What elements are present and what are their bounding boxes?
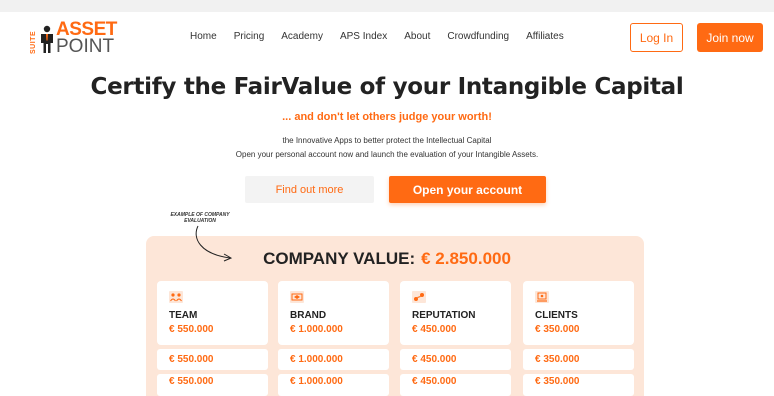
- card-team: TEAM € 550.000: [157, 281, 268, 345]
- open-account-button[interactable]: Open your account: [389, 176, 546, 203]
- card-brand-title: BRAND: [290, 310, 327, 321]
- card-reputation-title: REPUTATION: [412, 310, 476, 321]
- card-clients: CLIENTS € 350.000: [523, 281, 634, 345]
- row-2-clients: € 350.000: [523, 374, 634, 396]
- nav-crowdfunding[interactable]: Crowdfunding: [447, 31, 509, 47]
- brand-icon: [290, 291, 304, 303]
- nav-pricing[interactable]: Pricing: [234, 31, 265, 47]
- company-value-amount: € 2.850.000: [421, 249, 511, 268]
- nav-aps-index[interactable]: APS Index: [340, 31, 387, 47]
- main-nav: Home Pricing Academy APS Index About Cro…: [190, 31, 581, 47]
- logo-suite: SUITE: [30, 30, 37, 54]
- card-reputation-value: € 450.000: [412, 324, 457, 335]
- card-brand-value: € 1.000.000: [290, 324, 343, 335]
- clients-icon: [535, 291, 549, 303]
- join-now-button[interactable]: Join now: [697, 23, 763, 52]
- row-1-team: € 550.000: [157, 349, 268, 370]
- row-1-brand: € 1.000.000: [278, 349, 389, 370]
- nav-affiliates[interactable]: Affiliates: [526, 31, 564, 47]
- company-value-label: COMPANY VALUE:: [263, 249, 416, 268]
- card-team-title: TEAM: [169, 310, 198, 321]
- row-2-brand: € 1.000.000: [278, 374, 389, 396]
- logo-man-icon: [41, 25, 53, 53]
- card-clients-title: CLIENTS: [535, 310, 578, 321]
- hero-subtitle: ... and don't let others judge your wort…: [282, 111, 492, 123]
- top-band: [0, 0, 774, 12]
- company-value: COMPANY VALUE: € 2.850.000: [0, 249, 774, 269]
- site-header: SUITE ASSET POINT Home Pricing Academy A…: [0, 12, 774, 64]
- row-1-clients: € 350.000: [523, 349, 634, 370]
- card-brand: BRAND € 1.000.000: [278, 281, 389, 345]
- logo-point: POINT: [56, 36, 115, 57]
- find-out-more-button[interactable]: Find out more: [245, 176, 374, 203]
- nav-about[interactable]: About: [404, 31, 430, 47]
- row-2-team: € 550.000: [157, 374, 268, 396]
- hero-description-line-1: the Innovative Apps to better protect th…: [282, 136, 492, 145]
- login-button[interactable]: Log In: [630, 23, 683, 52]
- assetpoint-logo[interactable]: SUITE ASSET POINT: [30, 20, 117, 57]
- team-icon: [169, 291, 183, 303]
- nav-home[interactable]: Home: [190, 31, 217, 47]
- example-note: EXAMPLE OF COMPANY EVALUATION: [170, 212, 230, 224]
- nav-academy[interactable]: Academy: [281, 31, 323, 47]
- row-2-reputation: € 450.000: [400, 374, 511, 396]
- row-1-reputation: € 450.000: [400, 349, 511, 370]
- reputation-icon: [412, 291, 426, 303]
- hero-title: Certify the FairValue of your Intangible…: [90, 74, 684, 100]
- card-team-value: € 550.000: [169, 324, 214, 335]
- card-clients-value: € 350.000: [535, 324, 580, 335]
- card-reputation: REPUTATION € 450.000: [400, 281, 511, 345]
- hero-description-line-2: Open your personal account now and launc…: [235, 150, 539, 159]
